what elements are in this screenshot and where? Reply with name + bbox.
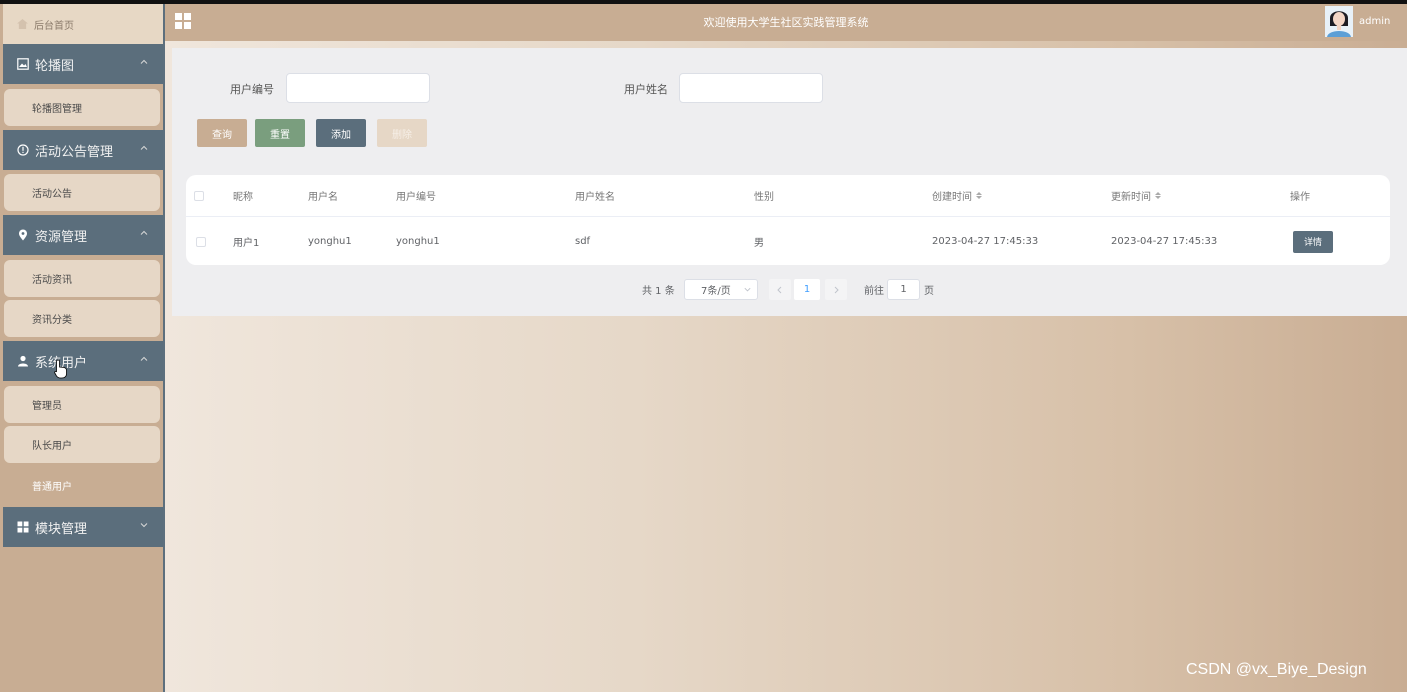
info-circle-icon [16,144,29,157]
image-icon [16,58,29,71]
menu-group-carousel[interactable]: 轮播图 [3,44,163,84]
user-number-input[interactable] [286,73,430,103]
sidebar-item-label: 活动资讯 [32,275,72,286]
user-icon [16,355,29,368]
sidebar-item-label: 活动公告 [32,189,72,200]
sidebar-home-link[interactable]: 后台首页 [3,4,163,44]
chevron-up-icon [140,145,148,150]
add-button[interactable]: 添加 [316,119,366,147]
column-header-actions: 操作 [1290,192,1310,203]
sidebar-item-label: 轮播图管理 [32,104,82,115]
column-header-label: 创建时间 [932,192,972,203]
sort-icon[interactable] [976,192,982,199]
cell-nickname: 用户1 [233,238,260,249]
chevron-down-icon [744,287,751,292]
sidebar-item-label: 管理员 [32,401,62,412]
table-row: 用户1 yonghu1 yonghu1 sdf 男 2023-04-27 17:… [186,218,1390,265]
sidebar-item-announcement[interactable]: 活动公告 [4,174,160,211]
delete-button[interactable]: 删除 [377,119,427,147]
table-header: 昵称 用户名 用户编号 用户姓名 性别 创建时间 更新时间 操作 [186,175,1390,217]
sidebar-home-label: 后台首页 [34,20,74,32]
user-name-label: 用户姓名 [624,83,668,96]
chevron-up-icon [140,356,148,361]
page-size-value: 7条/页 [701,286,731,297]
column-header-username: 用户名 [308,192,338,203]
column-header-nickname: 昵称 [233,192,253,203]
detail-button[interactable]: 详情 [1293,230,1333,253]
sidebar-item-admin[interactable]: 管理员 [4,386,160,423]
cell-user-number: yonghu1 [396,236,440,247]
sort-icon[interactable] [1155,192,1161,199]
menu-group-resources[interactable]: 资源管理 [3,215,163,255]
menu-group-label: 资源管理 [35,229,88,245]
chevron-right-icon [834,286,839,293]
menu-group-system-users[interactable]: 系统用户 [3,341,163,381]
menu-group-label: 模块管理 [35,521,88,537]
grid-icon [16,521,29,534]
sidebar: 后台首页 轮播图 轮播图管理 活动公告管理 活动公告 资源管理 活动资讯 资讯分… [0,4,165,692]
avatar[interactable] [1325,6,1353,37]
location-pin-icon [16,229,29,242]
cell-updated: 2023-04-27 17:45:33 [1111,236,1218,247]
user-number-label: 用户编号 [230,83,274,96]
goto-page-input[interactable] [887,279,920,300]
home-icon [17,19,28,29]
sidebar-item-activity-news[interactable]: 活动资讯 [4,260,160,297]
row-checkbox[interactable] [196,236,206,247]
column-header-real-name: 用户姓名 [575,192,615,203]
sidebar-item-news-category[interactable]: 资讯分类 [4,300,160,337]
page-title: 欢迎使用大学生社区实践管理系统 [703,16,869,29]
column-header-created[interactable]: 创建时间 [932,175,982,216]
sidebar-item-label: 普通用户 [32,482,72,493]
menu-group-announcements[interactable]: 活动公告管理 [3,130,163,170]
sidebar-item-carousel-manage[interactable]: 轮播图管理 [4,89,160,126]
user-name-input[interactable] [679,73,823,103]
column-header-gender: 性别 [754,192,774,203]
menu-group-label: 轮播图 [35,58,75,74]
chevron-up-icon [140,59,148,64]
menu-group-modules[interactable]: 模块管理 [3,507,163,547]
pagination-total: 共 1 条 [642,285,675,297]
cell-username: yonghu1 [308,236,352,247]
cell-gender: 男 [754,238,764,249]
sidebar-item-captain-users[interactable]: 队长用户 [4,426,160,463]
page-size-select[interactable]: 7条/页 [684,279,758,300]
chevron-left-icon [777,286,782,293]
reset-button[interactable]: 重置 [255,119,305,147]
content-panel: 用户编号 用户姓名 查询 重置 添加 删除 昵称 用户名 用户编号 用户姓名 性… [172,48,1407,316]
page-suffix-label: 页 [924,285,934,297]
sidebar-item-label: 队长用户 [32,441,72,452]
top-header: 欢迎使用大学生社区实践管理系统 admin [165,4,1407,41]
column-header-label: 更新时间 [1111,192,1151,203]
select-all-checkbox[interactable] [194,190,204,201]
users-table: 昵称 用户名 用户编号 用户姓名 性别 创建时间 更新时间 操作 用户1 yon… [186,175,1390,265]
goto-label: 前往 [864,285,884,297]
chevron-up-icon [140,230,148,235]
next-page-button[interactable] [825,279,847,300]
username-label[interactable]: admin [1359,16,1390,27]
sidebar-item-regular-users[interactable]: 普通用户 [4,467,160,504]
page-number-button[interactable]: 1 [794,279,820,300]
prev-page-button[interactable] [769,279,791,300]
sidebar-item-label: 资讯分类 [32,315,72,326]
mouse-pointer-icon [54,359,67,379]
watermark: CSDN @vx_Biye_Design [1186,661,1367,678]
column-header-updated[interactable]: 更新时间 [1111,175,1161,216]
cell-real-name: sdf [575,236,591,247]
query-button[interactable]: 查询 [197,119,247,147]
menu-group-label: 活动公告管理 [35,144,114,160]
cell-created: 2023-04-27 17:45:33 [932,236,1039,247]
column-header-user-number: 用户编号 [396,192,436,203]
chevron-down-icon [140,523,148,528]
